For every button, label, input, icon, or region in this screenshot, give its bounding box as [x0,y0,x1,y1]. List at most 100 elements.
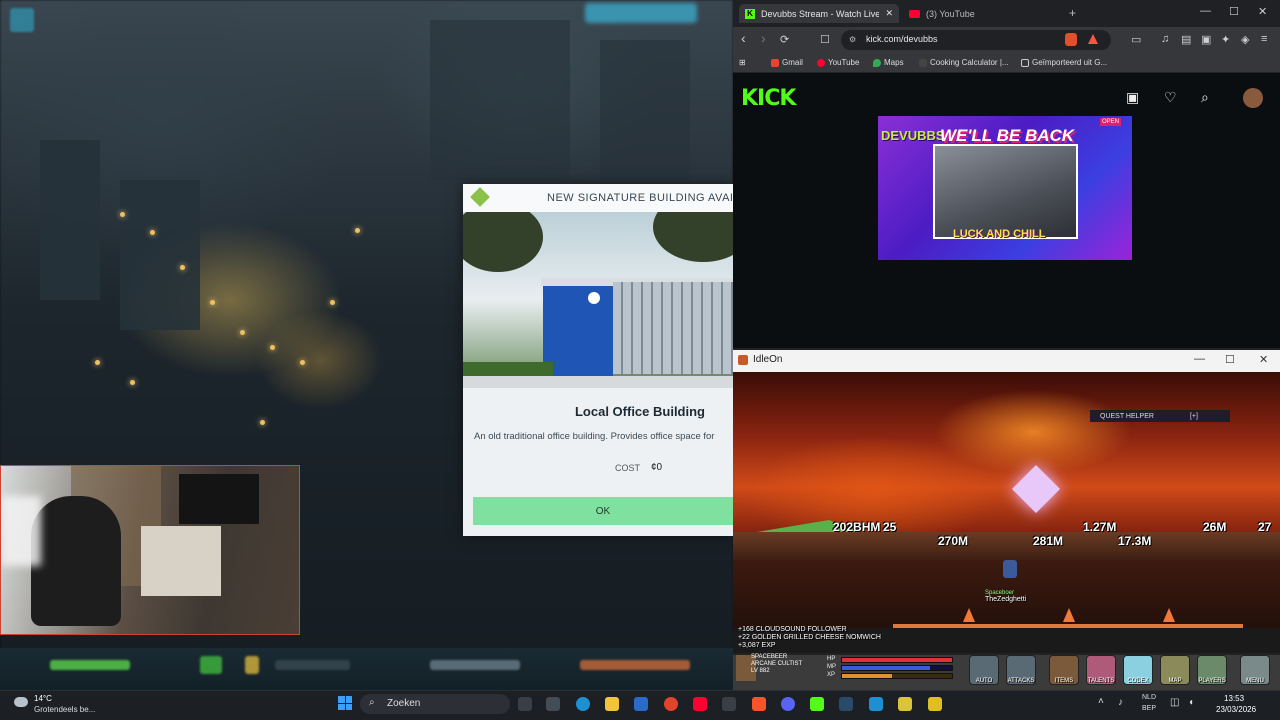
brave-rewards-icon[interactable] [1088,34,1098,44]
keyboard-layout[interactable]: BEP [1142,705,1156,712]
task-view-icon[interactable] [518,697,532,711]
damage-number: 281M [1033,534,1064,548]
damage-number: 1.27M [1083,520,1117,534]
app-icon[interactable] [898,697,912,711]
damage-number: 27 [1258,520,1272,534]
tray-overflow-icon[interactable]: ˄ [1098,696,1104,707]
city-light [355,228,360,233]
user-avatar[interactable] [1243,88,1263,108]
chrome-icon[interactable] [664,697,678,711]
maximize-button[interactable]: ☐ [1229,5,1239,18]
close-tab-icon[interactable]: ✕ [885,8,893,19]
toolbar-tool-button[interactable] [245,656,259,674]
bookmark-maps[interactable]: Maps [873,58,904,67]
new-tab-button[interactable]: + [1069,6,1076,20]
game-top-button[interactable] [585,3,697,23]
kick-app-icon[interactable] [810,697,824,711]
window-title: IdleOn [753,354,783,365]
weather-cloud-icon[interactable] [14,697,28,707]
kick-logo[interactable]: KICK [741,86,796,111]
city-light [120,212,125,217]
xp-label: XP [827,672,836,678]
minimize-button[interactable]: — [1194,353,1205,365]
weather-temperature[interactable]: 14°C [34,694,52,703]
toolbar-tool-group[interactable] [430,660,520,670]
following-icon[interactable]: ▣ [1126,89,1139,106]
weather-description[interactable]: Grotendeels be... [34,705,95,714]
ok-button[interactable]: OK [473,497,733,525]
bottom-rail [893,624,1243,628]
clock-date[interactable]: 23/03/2026 [1216,705,1256,714]
site-info-icon[interactable]: ⚙ [849,35,856,44]
edge-icon[interactable] [576,697,590,711]
youtube-app-icon[interactable] [693,697,707,711]
kick-favicon-icon: K [745,8,755,19]
tab-youtube[interactable]: (3) YouTube [903,4,1063,23]
app-icon[interactable] [928,697,942,711]
monitor [179,474,259,524]
bookmark-label: Gmail [782,58,803,67]
blurred-building [120,180,200,330]
spike [1163,608,1175,622]
bookmark-folder-imported[interactable]: Geïmporteerd uit G... [1021,58,1107,67]
person-silhouette [31,496,121,626]
keyboard-language[interactable]: NLD [1142,694,1156,701]
bookmark-label: Cooking Calculator |... [930,58,1009,67]
forward-icon[interactable]: › [761,30,766,46]
calculator-icon[interactable] [722,697,736,711]
bookmark-gmail[interactable]: Gmail [771,58,803,67]
tab-title: (3) YouTube [926,8,975,19]
game-scene[interactable]: QUEST HELPER [+] 202BHM 25 1.27M 270M 28… [733,372,1280,628]
app-icon[interactable] [869,697,883,711]
network-icon[interactable]: ◫ [1170,697,1179,708]
maximize-button[interactable]: ☐ [1225,353,1235,366]
close-window-button[interactable]: ✕ [1259,353,1268,366]
hud-label: ATTACKS [1007,678,1035,684]
bookmark-page-icon[interactable]: ☐ [820,33,830,46]
bookmark-youtube[interactable]: YouTube [817,58,859,67]
media-icon[interactable]: ♫ [1161,33,1169,45]
gmail-icon [771,58,779,67]
bookmark-cooking-calculator[interactable]: Cooking Calculator |... [919,58,1009,67]
toolbar-tool-button[interactable] [200,656,222,674]
game-menu-icon[interactable] [10,8,34,32]
tab-kick-stream[interactable]: K Devubbs Stream - Watch Live ✕ [739,4,899,23]
widgets-icon[interactable] [546,697,560,711]
building-description: An old traditional office building. Prov… [474,431,715,442]
heart-icon[interactable]: ♡ [1164,89,1177,106]
hp-label: HP [827,656,836,662]
reading-list-icon[interactable]: ▤ [1181,33,1191,46]
sidebar-icon[interactable]: ▭ [1131,33,1141,46]
volume-icon[interactable]: ◖ [1188,697,1194,708]
reload-icon[interactable]: ⟳ [780,33,789,46]
discord-icon[interactable] [781,697,795,711]
windows-start-icon[interactable] [338,696,352,710]
microphone-icon[interactable]: ♪ [1118,697,1123,708]
clock-time[interactable]: 13:53 [1224,694,1244,703]
file-explorer-icon[interactable] [605,697,619,711]
brave-shield-icon[interactable] [1065,33,1077,46]
close-window-button[interactable]: ✕ [1258,5,1267,18]
crystal-boss[interactable] [1011,464,1061,514]
steam-icon[interactable] [839,697,853,711]
bookmark-label: Maps [884,58,904,67]
player-character[interactable] [1003,560,1017,578]
stream-offline-banner[interactable]: DEVUBBS WE'LL BE BACK LUCK AND CHILL OPE… [878,116,1132,260]
apps-icon[interactable]: ⊞ [739,58,746,67]
quest-helper-toggle[interactable]: [+] [1190,413,1198,420]
quest-helper-panel[interactable]: QUEST HELPER [+] [1090,410,1230,422]
stream-room-photo [933,144,1078,239]
back-icon[interactable]: ‹ [741,30,746,46]
wallet-icon[interactable]: ▣ [1201,33,1211,46]
search-icon[interactable]: ⌕ [1201,89,1209,106]
brave-icon[interactable] [752,697,766,711]
vpn-icon[interactable]: ◈ [1241,33,1249,46]
url-text[interactable]: kick.com/devubbs [866,34,938,44]
minimize-button[interactable]: — [1200,5,1211,17]
extensions-icon[interactable]: ✦ [1221,33,1230,46]
taskbar-search-box[interactable] [360,694,510,714]
outlook-icon[interactable] [634,697,648,711]
toolbar-tool-group[interactable] [580,660,690,670]
menu-icon[interactable]: ≡ [1261,33,1267,45]
blurred-building [430,20,570,180]
